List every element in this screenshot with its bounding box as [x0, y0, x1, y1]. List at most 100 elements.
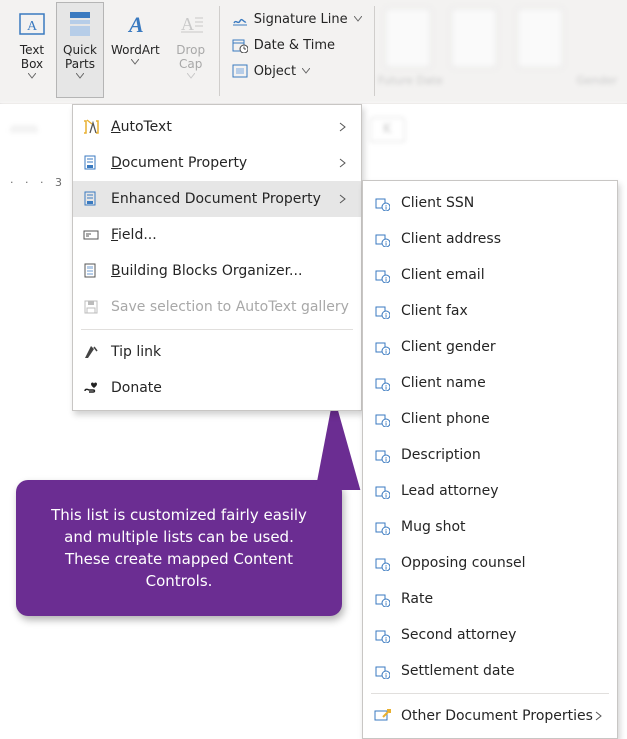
submenu-item-label: Rate	[401, 591, 605, 607]
submenu-item[interactable]: i Client fax	[363, 293, 617, 329]
submenu-item-label: Description	[401, 447, 605, 463]
menu-divider	[81, 329, 353, 330]
signature-line-button[interactable]: Signature Line	[226, 6, 368, 32]
drop-cap-button[interactable]: A Drop Cap	[167, 2, 215, 98]
quick-parts-icon	[63, 7, 97, 41]
menu-item-building-blocks-organizer[interactable]: Building Blocks Organizer...	[73, 253, 361, 289]
svg-text:i: i	[385, 601, 387, 608]
drop-cap-icon: A	[174, 7, 208, 41]
quick-parts-button[interactable]: Quick Parts	[56, 2, 104, 98]
submenu-item-label: Other Document Properties	[401, 708, 595, 724]
submenu-item-label: Client fax	[401, 303, 605, 319]
submenu-item-label: Client address	[401, 231, 605, 247]
menu-item-label: Donate	[111, 380, 349, 396]
svg-text:A: A	[127, 12, 144, 37]
property-icon: i	[373, 410, 391, 428]
wordart-button[interactable]: A WordArt	[104, 2, 167, 98]
property-icon: i	[373, 266, 391, 284]
submenu-item-label: Lead attorney	[401, 483, 605, 499]
property-icon: i	[373, 626, 391, 644]
submenu-item-label: Settlement date	[401, 663, 605, 679]
svg-text:i: i	[385, 349, 387, 356]
drop-cap-label: Drop Cap	[176, 43, 205, 71]
ribbon-separator	[374, 6, 375, 96]
submenu-item[interactable]: i Mug shot	[363, 509, 617, 545]
submenu-item[interactable]: i Rate	[363, 581, 617, 617]
object-label: Object	[254, 64, 296, 79]
submenu-item[interactable]: i Client name	[363, 365, 617, 401]
blurred-ribbon-region	[377, 0, 627, 104]
submenu-item[interactable]: i Description	[363, 437, 617, 473]
submenu-item-label: Client SSN	[401, 195, 605, 211]
menu-item-label: Building Blocks Organizer...	[111, 263, 349, 279]
submenu-item[interactable]: i Opposing counsel	[363, 545, 617, 581]
signature-icon	[232, 11, 248, 27]
svg-text:i: i	[385, 205, 387, 212]
svg-text:i: i	[385, 313, 387, 320]
menu-item-label: Save selection to AutoText gallery	[111, 299, 349, 315]
menu-item-donate[interactable]: Donate	[73, 370, 361, 406]
submenu-item-label: Client email	[401, 267, 605, 283]
submenu-item[interactable]: i Client phone	[363, 401, 617, 437]
menu-item-autotext[interactable]: AutoText	[73, 109, 361, 145]
menu-item-document-property[interactable]: Document Property	[73, 145, 361, 181]
submenu-item[interactable]: i Client SSN	[363, 185, 617, 221]
property-icon: i	[373, 518, 391, 536]
svg-text:i: i	[385, 637, 387, 644]
submenu-item[interactable]: i Lead attorney	[363, 473, 617, 509]
other-properties-icon	[373, 707, 391, 725]
calendar-clock-icon	[232, 37, 248, 53]
svg-text:i: i	[385, 277, 387, 284]
chevron-right-icon	[339, 158, 349, 168]
menu-item-label: Enhanced Document Property	[111, 191, 339, 207]
text-box-button[interactable]: A Text Box	[8, 2, 56, 98]
submenu-item-label: Mug shot	[401, 519, 605, 535]
submenu-item[interactable]: i Client gender	[363, 329, 617, 365]
chevron-down-icon	[187, 73, 195, 81]
property-icon: i	[373, 482, 391, 500]
autotext-icon	[81, 117, 101, 137]
menu-item-label: Document Property	[111, 155, 339, 171]
quick-parts-label: Quick Parts	[63, 43, 97, 71]
document-property-icon	[81, 153, 101, 173]
submenu-item[interactable]: i Settlement date	[363, 653, 617, 689]
svg-text:i: i	[385, 529, 387, 536]
svg-text:A: A	[181, 14, 194, 34]
date-time-button[interactable]: Date & Time	[226, 32, 368, 58]
object-button[interactable]: Object	[226, 58, 368, 84]
property-icon: i	[373, 374, 391, 392]
wordart-label: WordArt	[111, 43, 160, 57]
callout-text-line: These create mapped Content	[65, 550, 293, 568]
property-icon: i	[373, 230, 391, 248]
submenu-item[interactable]: i Client address	[363, 221, 617, 257]
submenu-item-label: Client name	[401, 375, 605, 391]
tip-link-icon	[81, 342, 101, 362]
ribbon: A Text Box Quick Parts A WordArt	[0, 0, 627, 104]
text-box-label: Text Box	[20, 43, 44, 71]
wordart-icon: A	[118, 7, 152, 41]
menu-item-field[interactable]: Field...	[73, 217, 361, 253]
property-icon: i	[373, 662, 391, 680]
property-icon: i	[373, 194, 391, 212]
ribbon-text-group: Signature Line Date & Time Object	[224, 2, 370, 88]
property-icon: i	[373, 446, 391, 464]
menu-item-enhanced-document-property[interactable]: Enhanced Document Property	[73, 181, 361, 217]
submenu-item-label: Client gender	[401, 339, 605, 355]
callout-text-line: This list is customized fairly easily	[51, 506, 307, 524]
callout-body: This list is customized fairly easily an…	[16, 480, 342, 616]
signature-line-label: Signature Line	[254, 12, 348, 27]
menu-item-tip-link[interactable]: Tip link	[73, 334, 361, 370]
menu-item-label: Field...	[111, 227, 349, 243]
callout-annotation: This list is customized fairly easily an…	[16, 480, 342, 616]
menu-item-label: Tip link	[111, 344, 349, 360]
object-icon	[232, 63, 248, 79]
chevron-down-icon	[302, 68, 310, 74]
chevron-down-icon	[131, 59, 139, 67]
text-box-icon: A	[15, 7, 49, 41]
svg-text:i: i	[385, 673, 387, 680]
submenu-item-other-document-properties[interactable]: Other Document Properties	[363, 698, 617, 734]
submenu-item[interactable]: i Second attorney	[363, 617, 617, 653]
chevron-down-icon	[354, 16, 362, 22]
submenu-item[interactable]: i Client email	[363, 257, 617, 293]
chevron-down-icon	[76, 73, 84, 81]
